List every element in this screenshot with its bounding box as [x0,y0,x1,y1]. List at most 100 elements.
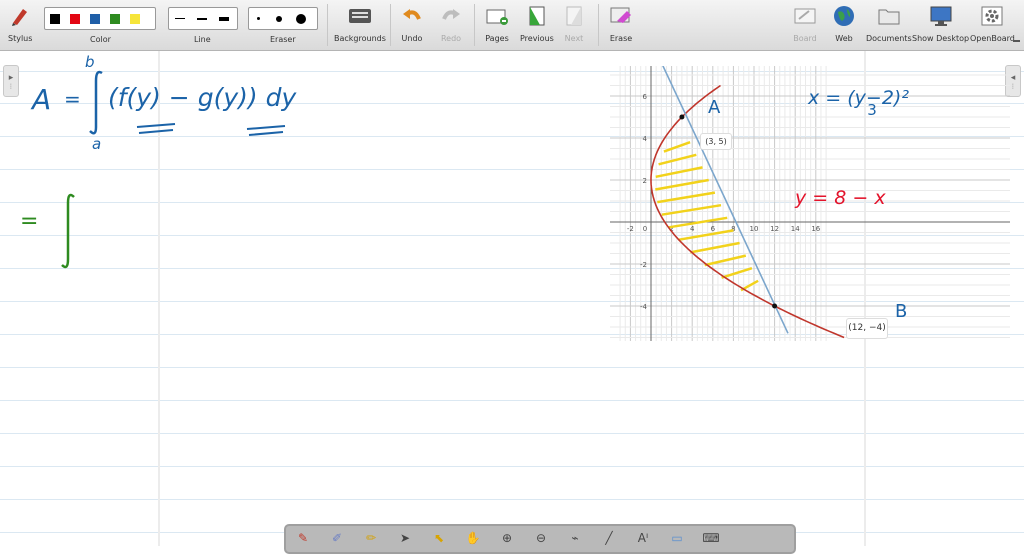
line-thin[interactable] [175,18,185,19]
point-b-label: B [895,301,908,322]
x-tick-label: 4 [690,225,695,233]
previous-button[interactable]: Previous [520,4,554,43]
color-swatch-red[interactable] [70,13,80,24]
toolbar-divider [598,4,599,46]
point-a-coordinate-label: (3, 5) [700,133,732,150]
ruled-line [0,466,1024,467]
redo-icon [439,4,463,28]
keyboard-icon [348,4,372,28]
color-swatch-blue[interactable] [90,13,100,24]
text-tool-icon[interactable]: Aᴵ [633,531,653,551]
intersection-point-a [679,114,685,120]
line-thick[interactable] [219,16,229,21]
line-tool-icon[interactable]: ╱ [599,531,619,551]
openboard-button[interactable]: OpenBoard [970,4,1015,43]
chevron-right-icon: ▸ [8,72,14,83]
undo-icon [400,4,424,28]
stylus-tool[interactable]: Stylus [8,4,32,43]
next-page-icon [562,4,586,28]
line-width-picker[interactable] [168,7,238,30]
x-tick-label: 6 [711,225,716,233]
line-medium[interactable] [197,17,207,20]
lower-limit: a [92,135,102,153]
ruled-line [0,499,1024,500]
eraser-small[interactable] [257,17,260,20]
ruled-line [0,433,1024,434]
pages-button[interactable]: Pages [485,4,509,43]
backgrounds-button[interactable]: Backgrounds [334,4,386,43]
ruled-line [0,367,1024,368]
y-tick-label: 2 [643,177,647,185]
pointer-tool-icon[interactable]: ➤ [395,531,415,551]
point-b-coordinate-label: (12, −4) [846,318,888,339]
erase-icon [609,4,633,28]
add-page-icon [485,4,509,28]
drag-dots-icon: ⋮ [8,82,14,90]
undo-button[interactable]: Undo [400,4,424,43]
x-tick-label: 14 [791,225,800,233]
color-swatch-black[interactable] [50,13,60,24]
integrand-expression: (f(y) − g(y)) dy [108,83,297,112]
color-swatch-green[interactable] [110,13,120,24]
formula-area-var: A [32,83,52,116]
tool-dock: ✎ ✐ ✏ ➤ ⬉ ✋ ⊕ ⊖ ⌁ ╱ Aᴵ ▭ ⌨ [284,524,796,554]
keyboard-tool-icon[interactable]: ⌨ [701,531,721,551]
line-equation-label: y = 8 − x [795,187,886,209]
highlighter-tool-icon[interactable]: ✏ [361,531,381,551]
toolbar-divider [474,4,475,46]
scroll-left-button[interactable]: ▸ ⋮ [3,65,19,97]
x-tick-label: 10 [750,225,759,233]
integral-sign [89,70,103,135]
shaded-region-hatching [655,141,759,292]
select-tool-icon[interactable]: ⬉ [429,531,449,551]
stylus-icon [8,4,32,28]
capture-tool-icon[interactable]: ▭ [667,531,687,551]
line-label: Line [194,35,211,44]
eraser-large[interactable] [296,13,306,24]
documents-button[interactable]: Documents [866,4,912,43]
marker-tool-icon[interactable]: ✐ [327,531,347,551]
board-button[interactable]: Board [793,4,817,43]
eraser-size-picker[interactable] [248,7,318,30]
zoom-in-icon[interactable]: ⊕ [497,531,517,551]
desktop-icon [929,4,953,28]
intersection-point-b [772,303,778,309]
color-label: Color [90,35,111,44]
integrand-underlines [136,123,286,136]
toolbar-divider [390,4,391,46]
board-canvas[interactable]: ▸ ⋮ ◂ ⋮ A = b a (f(y) − g(y)) dy = -2 0 2 4… [0,51,1024,546]
web-button[interactable]: Web [832,4,856,43]
zoom-out-icon[interactable]: ⊖ [531,531,551,551]
formula-equals: = [64,87,81,111]
globe-icon [832,4,856,28]
redo-button[interactable]: Redo [439,4,463,43]
y-tick-label: 6 [643,93,648,101]
second-equals: = [20,209,39,234]
y-tick-label: -2 [640,261,647,269]
x-tick-label: 0 [643,225,647,233]
eraser-medium[interactable] [276,15,282,22]
color-picker[interactable] [44,7,156,30]
erase-button[interactable]: Erase [609,4,633,43]
drag-dots-icon: ⋮ [1010,82,1016,90]
next-button[interactable]: Next [562,4,586,43]
gear-icon [980,4,1004,28]
parabola-equation-denominator: 3 [867,101,877,119]
toolbar: Stylus Color Line Eraser Backgrounds Und… [0,0,1024,51]
x-tick-label: -2 [627,225,634,233]
hand-tool-icon[interactable]: ✋ [463,531,483,551]
second-integral-sign [61,193,75,269]
x-tick-label: 12 [770,225,779,233]
ruled-line [0,400,1024,401]
minimize-icon[interactable] [1013,40,1020,42]
show-desktop-button[interactable]: Show Desktop [912,4,969,43]
folder-icon [877,4,901,28]
point-a-label: A [708,97,721,118]
board-icon [793,4,817,28]
parabola-equation-label: x = (y−2)² [808,87,909,109]
x-tick-label: 16 [811,225,820,233]
laser-pointer-icon[interactable]: ⌁ [565,531,585,551]
color-swatch-yellow[interactable] [130,13,140,24]
toolbar-divider [327,4,328,46]
pen-tool-icon[interactable]: ✎ [293,531,313,551]
